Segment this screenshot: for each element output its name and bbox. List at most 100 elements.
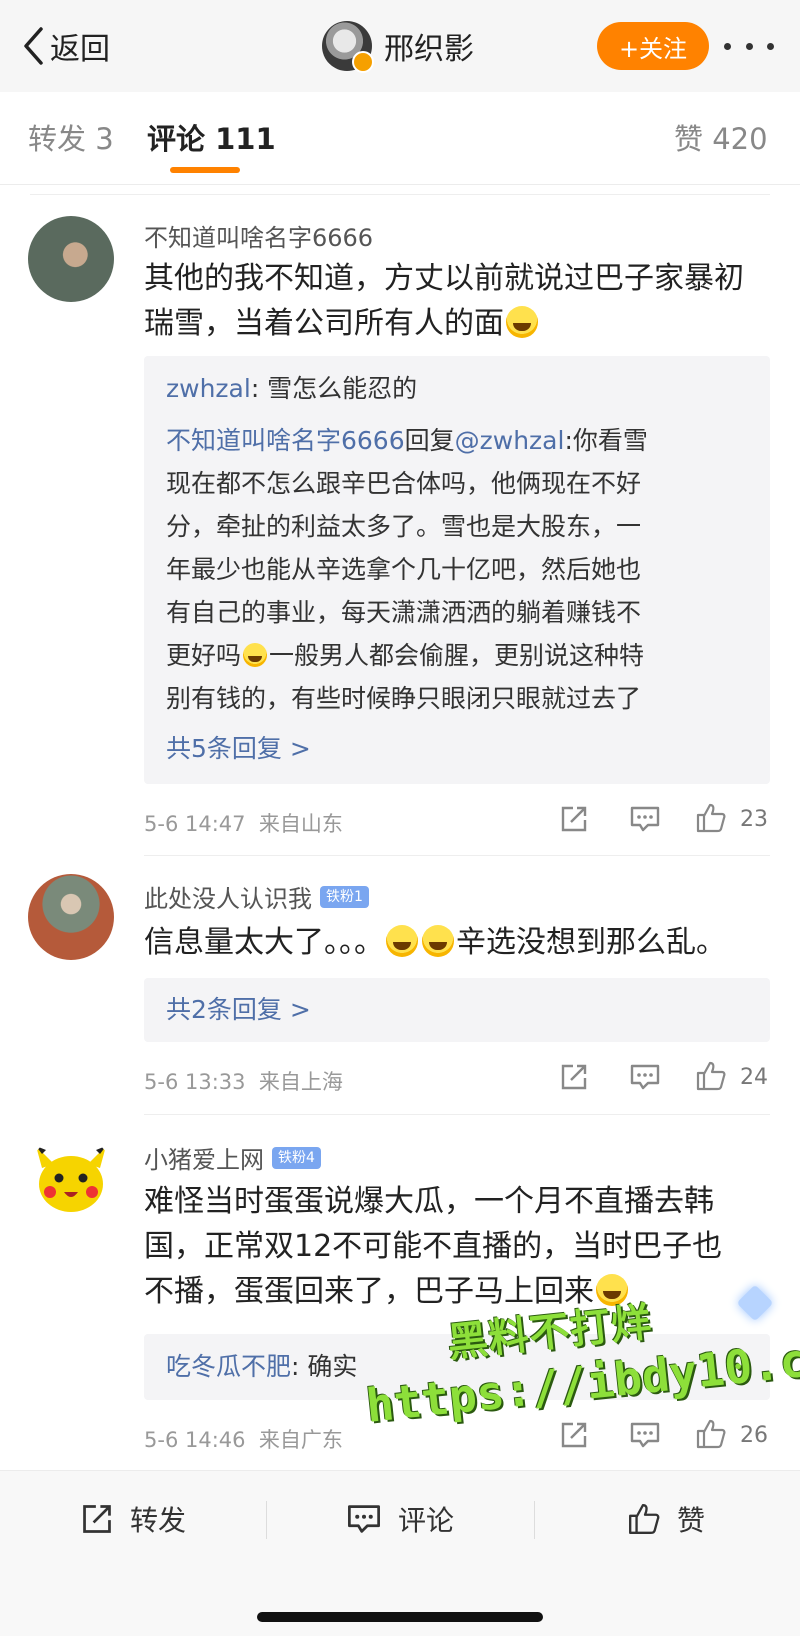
reply-line: 现在都不怎么跟辛巴合体吗，他俩现在不好 [166, 469, 642, 498]
profile-title[interactable]: 邢织影 [322, 18, 474, 74]
laugh-cry-emoji-icon [243, 643, 268, 667]
reply-text: : 确实 [291, 1352, 358, 1381]
reply-author[interactable]: zwhzal [166, 374, 251, 403]
reply-text: :你看雪 [564, 426, 648, 455]
commenter-name[interactable]: 不知道叫啥名字6666 [144, 218, 373, 253]
share-icon[interactable] [559, 1062, 589, 1092]
reply-line: zwhzal: 雪怎么能忍的 [166, 368, 417, 410]
fan-badge: 铁粉1 [320, 885, 369, 908]
reply-preview-box[interactable]: 共2条回复 > [144, 978, 770, 1042]
comment-line: 难怪当时蛋蛋说爆大瓜，一个月不直播去韩 [144, 1184, 714, 1219]
follow-button[interactable]: +关注 [597, 22, 709, 70]
verified-badge-icon [352, 51, 374, 73]
laugh-cry-emoji-icon [386, 925, 418, 957]
commenter-avatar[interactable] [28, 1134, 114, 1220]
bottom-like-label: 赞 [677, 1504, 706, 1537]
more-options-icon[interactable] [724, 30, 774, 62]
comment-icon[interactable] [629, 1420, 661, 1450]
back-label: 返回 [50, 32, 110, 67]
more-dot [724, 42, 731, 50]
more-dot [767, 42, 774, 50]
fan-badge: 铁粉4 [272, 1146, 321, 1169]
like-count: 24 [740, 1065, 768, 1090]
comment-location: 来自山东 [258, 812, 343, 836]
commenter-avatar[interactable] [28, 216, 114, 302]
comment-text-part: 辛选没想到那么乱。 [456, 925, 726, 960]
divider [144, 1114, 770, 1115]
home-indicator[interactable] [257, 1612, 543, 1622]
commenter-name-row: 小猪爱上网 铁粉4 [144, 1140, 321, 1175]
comment-time: 5-6 14:47 [144, 812, 246, 836]
reply-line: 吃冬瓜不肥: 确实 [166, 1346, 357, 1388]
thumbs-up-icon [629, 1504, 660, 1534]
commenter-avatar[interactable] [28, 874, 114, 960]
bottom-repost-label: 转发 [130, 1504, 187, 1537]
reply-line: 年最少也能从辛选拿个几十亿吧，然后她也 [166, 555, 642, 584]
more-replies-link[interactable]: 共5条回复 > [166, 728, 311, 770]
divider [30, 194, 770, 195]
bottom-comment-label: 评论 [398, 1504, 455, 1537]
active-tab-indicator [170, 167, 240, 173]
pikachu-icon [36, 1146, 106, 1212]
reply-mention[interactable]: @zwhzal [455, 426, 565, 455]
comment-icon [348, 1505, 380, 1533]
laugh-cry-emoji-icon [506, 306, 538, 338]
share-icon [83, 1505, 111, 1533]
like-count: 23 [740, 807, 768, 832]
top-nav-bar: 返回 邢织影 +关注 [0, 0, 800, 92]
back-button[interactable]: 返回 [22, 22, 110, 70]
commenter-name-row: 此处没人认识我 铁粉1 [144, 879, 369, 914]
commenter-name[interactable]: 小猪爱上网 [144, 1140, 264, 1175]
comment-line: 其他的我不知道，方丈以前就说过巴子家暴初 [144, 261, 744, 296]
thumbs-up-icon[interactable] [695, 1060, 727, 1092]
divider [144, 855, 770, 856]
laugh-cry-emoji-icon [422, 925, 454, 957]
reply-preview-box[interactable]: zwhzal: 雪怎么能忍的 不知道叫啥名字6666回复@zwhzal:你看雪 … [144, 356, 770, 784]
reply-text: 更好吗 [166, 641, 242, 670]
thumbs-up-icon[interactable] [695, 1418, 727, 1450]
tab-repost[interactable]: 转发 3 [28, 116, 114, 158]
share-icon[interactable] [559, 804, 589, 834]
reply-author[interactable]: 吃冬瓜不肥 [166, 1352, 291, 1381]
reply-line: 别有钱的，有些时候睁只眼闭只眼就过去了 [166, 684, 642, 713]
chevron-left-icon [24, 27, 43, 65]
reply-line: 有自己的事业，每天潇潇洒洒的躺着赚钱不 [166, 598, 642, 627]
comment-meta: 5-6 14:46 来自广东 [144, 1424, 343, 1454]
bottom-repost-button[interactable]: 转发 [80, 1499, 186, 1539]
comment-location: 来自上海 [258, 1070, 343, 1094]
separator [534, 1501, 535, 1539]
tab-bar: 转发 3 评论 111 赞 420 [0, 92, 800, 185]
bottom-like-button[interactable]: 赞 [627, 1499, 705, 1539]
comment-text: 信息量太大了。。。 辛选没想到那么乱。 [144, 920, 726, 965]
comment-icon[interactable] [629, 804, 661, 834]
more-replies-link[interactable]: 共2条回复 > [166, 989, 311, 1031]
reply-author[interactable]: 不知道叫啥名字6666 [166, 426, 405, 455]
comment-line: 国，正常双12不可能不直播的，当时巴子也 [144, 1229, 723, 1264]
more-dot [745, 42, 753, 50]
comment-location: 来自广东 [258, 1428, 343, 1452]
tab-likes[interactable]: 赞 420 [674, 116, 768, 158]
bottom-action-bar: 转发 评论 赞 [0, 1470, 800, 1636]
author-name: 邢织影 [384, 32, 474, 67]
reply-text: 一般男人都会偷腥，更别说这种特 [269, 641, 645, 670]
bottom-comment-button[interactable]: 评论 [346, 1499, 454, 1539]
share-icon[interactable] [559, 1420, 589, 1450]
reply-line: 不知道叫啥名字6666回复@zwhzal:你看雪 [166, 420, 648, 462]
reply-word: 回复 [404, 426, 455, 455]
comment-icon[interactable] [629, 1062, 661, 1092]
comment-meta: 5-6 13:33 来自上海 [144, 1066, 343, 1096]
like-count: 26 [740, 1423, 768, 1448]
reply-line: 分，牵扯的利益太多了。雪也是大股东，一 [166, 512, 642, 541]
comment-time: 5-6 14:46 [144, 1428, 246, 1452]
comment-text: 其他的我不知道，方丈以前就说过巴子家暴初 瑞雪，当着公司所有人的面 [144, 256, 744, 346]
comment-line: 瑞雪，当着公司所有人的面 [144, 301, 744, 346]
tab-comments[interactable]: 评论 111 [147, 116, 276, 158]
commenter-name[interactable]: 此处没人认识我 [144, 879, 312, 914]
comment-line-text: 瑞雪，当着公司所有人的面 [144, 306, 504, 341]
separator [266, 1501, 267, 1539]
author-avatar[interactable] [322, 21, 374, 73]
comment-time: 5-6 13:33 [144, 1070, 246, 1094]
reply-line: 更好吗 一般男人都会偷腥，更别说这种特 [166, 635, 644, 677]
sparkle-icon [736, 1284, 774, 1322]
thumbs-up-icon[interactable] [695, 802, 727, 834]
